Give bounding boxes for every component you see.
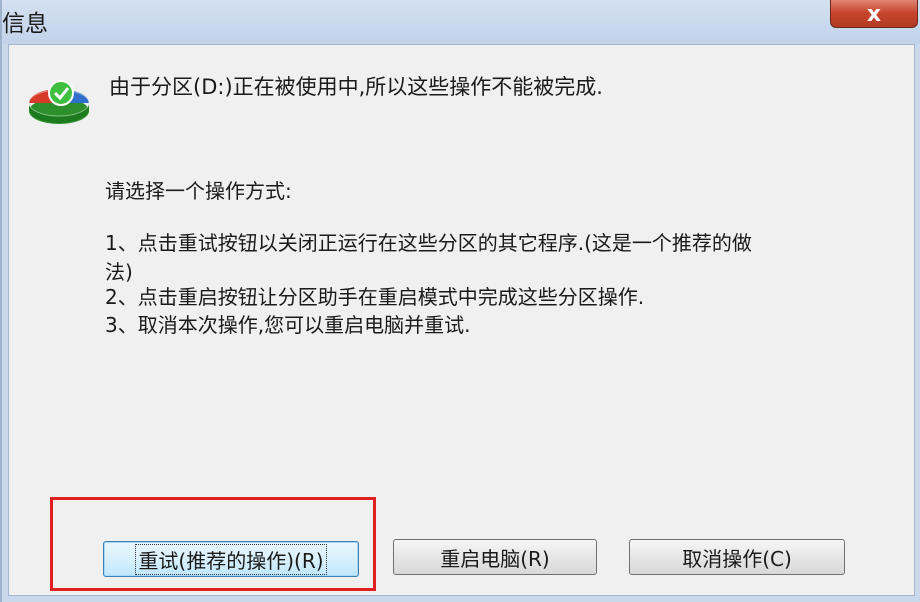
partition-assistant-icon — [28, 80, 90, 124]
window-title: 信息 — [2, 11, 48, 37]
message-text: 由于分区(D:)正在被使用中,所以这些操作不能被完成. — [109, 75, 603, 99]
cancel-button[interactable]: 取消操作(C) — [629, 539, 845, 575]
prompt-text: 请选择一个操作方式: — [105, 179, 292, 203]
option-2-text: 2、点击重启按钮让分区助手在重启模式中完成这些分区操作. — [105, 285, 645, 309]
close-icon: x — [866, 1, 882, 27]
dialog-window: 信息 x 由于分区(D:)正在被使用中,所以这些操作不能被完成. 请选择一个操作… — [0, 0, 920, 602]
retry-button-label: 重试(推荐的操作)(R) — [135, 543, 327, 575]
retry-button[interactable]: 重试(推荐的操作)(R) — [103, 541, 359, 577]
option-3-text: 3、取消本次操作,您可以重启电脑并重试. — [105, 313, 471, 337]
title-bar[interactable]: 信息 x — [2, 0, 920, 44]
close-button[interactable]: x — [830, 0, 918, 28]
option-1-text: 1、点击重试按钮以关闭正运行在这些分区的其它程序.(这是一个推荐的做 — [105, 231, 752, 255]
dialog-body: 由于分区(D:)正在被使用中,所以这些操作不能被完成. 请选择一个操作方式: 1… — [8, 44, 915, 596]
reboot-button[interactable]: 重启电脑(R) — [393, 539, 597, 575]
